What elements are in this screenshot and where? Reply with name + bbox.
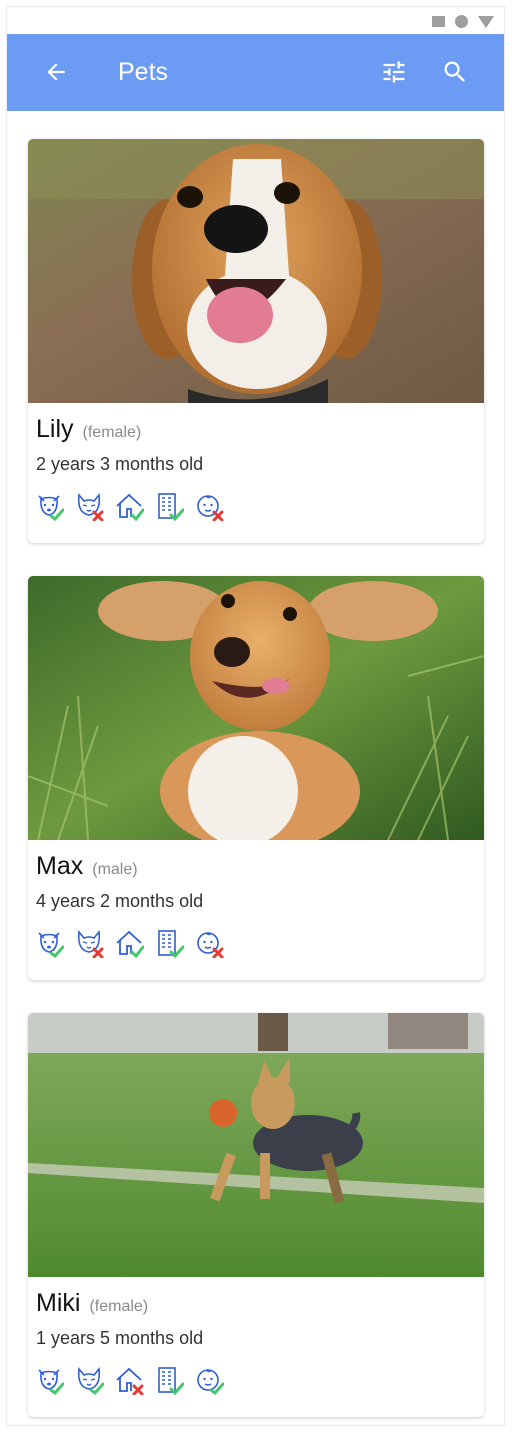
child-friendly-icon	[197, 932, 224, 958]
status-bar	[7, 7, 504, 34]
house-icon	[116, 1367, 144, 1395]
search-icon[interactable]	[441, 58, 469, 86]
cat-friendly-icon	[77, 930, 104, 958]
pet-traits	[34, 1365, 224, 1395]
child-friendly-icon	[197, 495, 224, 521]
status-icons	[432, 15, 494, 28]
cat-friendly-icon	[77, 1367, 104, 1395]
child-friendly-icon	[197, 1369, 224, 1395]
phone-screen: Pets Lily (female) 2 years 3 months old …	[6, 6, 505, 1426]
pet-card-lily[interactable]: Lily (female) 2 years 3 months old	[28, 139, 484, 543]
dog-friendly-icon	[38, 495, 64, 521]
tune-icon[interactable]	[380, 58, 408, 86]
pet-age: 2 years 3 months old	[36, 454, 204, 474]
recent-apps-icon	[432, 16, 445, 27]
pet-sex: (female)	[89, 1298, 149, 1315]
cat-friendly-icon	[77, 493, 104, 521]
beagle-dog-photo	[28, 139, 484, 403]
pet-age: 4 years 2 months old	[36, 891, 204, 911]
home-circle-icon	[455, 15, 468, 28]
pet-card-max[interactable]: Max (male) 4 years 2 months old	[28, 576, 484, 980]
pet-card-miki[interactable]: Miki (female) 1 years 5 months old	[28, 1013, 484, 1417]
app-bar: Pets	[7, 34, 504, 111]
pet-traits	[34, 928, 224, 958]
house-icon	[116, 493, 144, 521]
pet-name-row: Miki (female)	[36, 1289, 148, 1318]
dog-friendly-icon	[38, 932, 64, 958]
pet-sex: (female)	[82, 424, 142, 441]
apartment-icon	[158, 930, 184, 958]
pet-name-row: Max (male)	[36, 852, 138, 881]
apartment-icon	[158, 1367, 184, 1395]
page-title: Pets	[118, 58, 169, 86]
arrow-back-icon[interactable]	[43, 59, 69, 85]
pet-age: 1 years 5 months old	[36, 1328, 204, 1348]
spaniel-dog-photo	[28, 576, 484, 840]
pet-traits	[34, 491, 224, 521]
pet-name: Max	[36, 852, 84, 880]
pet-name-row: Lily (female)	[36, 415, 141, 444]
yorkshire-terrier-photo	[28, 1013, 484, 1277]
pet-name: Lily	[36, 415, 74, 443]
pet-sex: (male)	[92, 861, 138, 878]
pet-name: Miki	[36, 1289, 81, 1317]
back-triangle-icon	[478, 15, 494, 28]
house-icon	[116, 930, 144, 958]
apartment-icon	[158, 493, 184, 521]
dog-friendly-icon	[38, 1369, 64, 1395]
